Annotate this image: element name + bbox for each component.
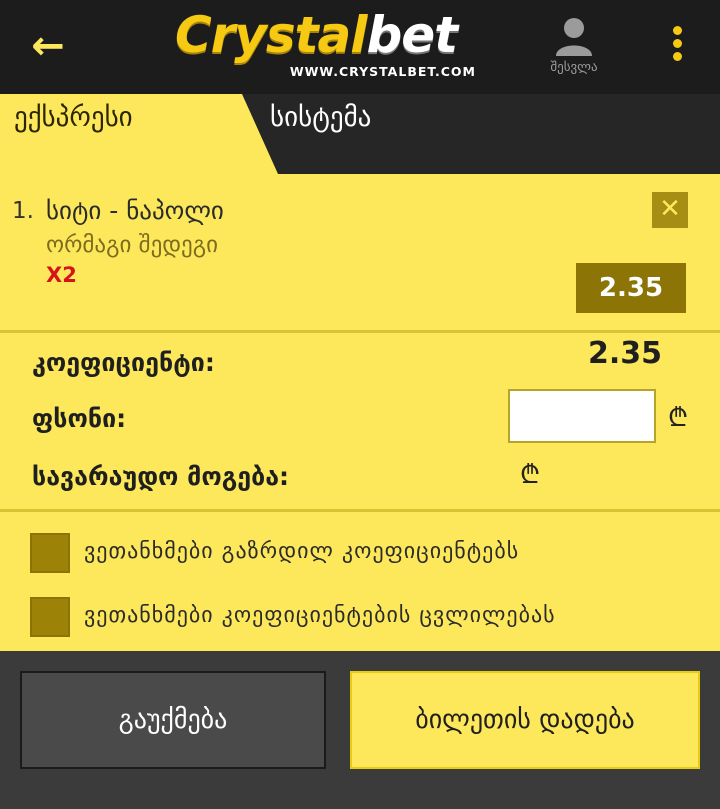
logo: Crystalbet WWW.CRYSTALBET.COM (156, 6, 476, 84)
coef-label: კოეფიციენტი: (32, 348, 215, 377)
currency-icon: ₾ (668, 403, 689, 433)
accept-increased-odds-checkbox[interactable] (30, 533, 70, 573)
login-label: შესვლა (550, 60, 598, 75)
bet-match: სიტი - ნაპოლი (46, 196, 224, 225)
accept-odds-change-checkbox[interactable] (30, 597, 70, 637)
bet-index: 1. (12, 198, 34, 224)
tab-express-label: ექსპრესი (14, 102, 133, 133)
coef-value: 2.35 (588, 336, 663, 371)
accept-increased-odds-label: ვეთანხმები გაზრდილ კოეფიციენტებს (84, 539, 520, 564)
logo-url: WWW.CRYSTALBET.COM (289, 64, 476, 79)
bet-pick: X2 (46, 263, 77, 287)
bet-odds: 2.35 (576, 263, 686, 313)
tab-system[interactable]: სისტემა (270, 102, 371, 133)
bet-slip-item: 1. სიტი - ნაპოლი ორმაგი შედეგი X2 ✕ 2.35 (0, 174, 720, 330)
stake-input[interactable] (508, 389, 656, 443)
more-vertical-icon[interactable] (664, 22, 692, 66)
bet-type-tabs: ექსპრესი სისტემა (0, 94, 720, 174)
currency-icon: ₾ (520, 460, 541, 490)
user-icon (556, 18, 592, 56)
potential-win-label: სავარაუდო მოგება: (32, 462, 290, 491)
bet-market: ორმაგი შედეგი (46, 232, 219, 258)
cancel-button[interactable]: გაუქმება (20, 671, 326, 769)
tab-express[interactable]: ექსპრესი (0, 94, 278, 174)
remove-bet-close-icon[interactable]: ✕ (652, 192, 688, 228)
action-bar: გაუქმება ბილეთის დადება (0, 651, 720, 809)
login-button[interactable]: შესვლა (536, 14, 612, 82)
divider (0, 330, 720, 333)
place-bet-button[interactable]: ბილეთის დადება (350, 671, 700, 769)
back-arrow-icon[interactable]: ← (26, 26, 70, 70)
accept-odds-change-label: ვეთანხმები კოეფიციენტების ცვლილებას (84, 603, 556, 628)
top-bar: ← Crystalbet WWW.CRYSTALBET.COM შესვლა (0, 0, 720, 94)
stake-label: ფსონი: (32, 404, 127, 433)
logo-text: Crystalbet (174, 6, 458, 64)
divider (0, 509, 720, 512)
